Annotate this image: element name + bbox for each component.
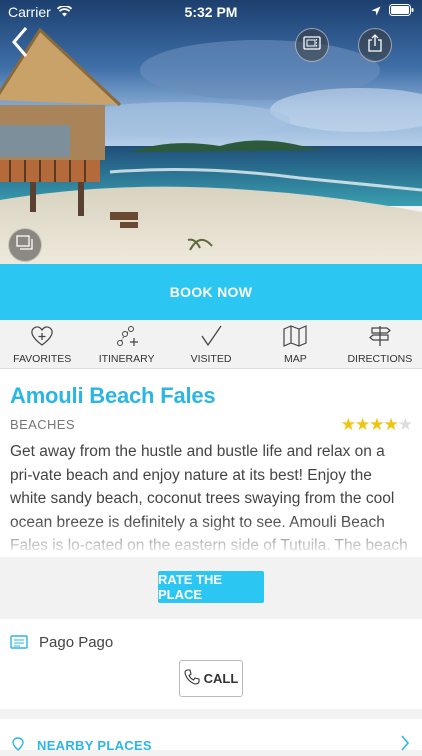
action-bar: FAVORITES ITINERARY VISITED MAP DIRECTIO… [0,320,422,369]
ticket-button[interactable] [295,28,329,62]
nearby-places-row[interactable]: NEARBY PLACES [0,719,422,753]
clock: 5:32 PM [184,4,238,20]
nearby-places-label: NEARBY PLACES [37,738,152,753]
back-chevron-icon [10,27,30,62]
map-icon [282,325,308,353]
battery-icon [389,3,414,19]
location-arrow-icon [371,3,381,19]
favorites-action[interactable]: FAVORITES [0,320,84,368]
place-details: Amouli Beach Fales BEACHES ★★★★★ Get awa… [0,369,422,557]
star-icon: ★ [383,415,399,434]
map-action[interactable]: MAP [253,320,337,368]
pin-icon [10,737,26,756]
call-button[interactable]: CALL [179,660,243,697]
checkmark-icon [198,325,224,353]
route-plus-icon [114,325,140,353]
star-icon: ★ [355,415,370,434]
address-card-icon [10,634,28,655]
call-label: CALL [203,671,239,686]
place-category: BEACHES [10,417,75,432]
chevron-right-icon [400,735,410,756]
star-empty-icon: ★ [397,415,413,434]
heart-plus-icon [29,325,55,353]
share-icon [368,33,382,57]
share-button[interactable] [358,28,392,62]
star-icon: ★ [369,415,384,434]
place-title: Amouli Beach Fales [10,383,216,408]
gallery-icon [16,234,34,256]
phone-icon [184,669,200,688]
itinerary-label: ITINERARY [98,353,155,365]
back-button[interactable] [10,26,38,58]
rate-the-place-button[interactable]: RATE THE PLACE [158,571,264,603]
map-label: MAP [284,353,307,365]
book-now-button[interactable]: BOOK NOW [0,264,422,320]
star-icon: ★ [340,415,356,434]
visited-action[interactable]: VISITED [169,320,253,368]
itinerary-action[interactable]: ITINERARY [84,320,168,368]
signpost-icon [367,325,393,353]
description-fade [0,519,422,557]
location-text: Pago Pago [39,634,114,651]
directions-label: DIRECTIONS [347,353,413,365]
rate-section: RATE THE PLACE [0,557,422,619]
ticket-icon [303,35,321,55]
directions-action[interactable]: DIRECTIONS [338,320,422,368]
status-bar: Carrier 5:32 PM [0,0,422,22]
rating-stars: ★★★★★ [340,415,413,435]
favorites-label: FAVORITES [13,353,72,365]
gallery-button[interactable] [8,228,42,262]
contact-section: Pago Pago CALL [0,619,422,709]
visited-label: VISITED [190,353,232,365]
